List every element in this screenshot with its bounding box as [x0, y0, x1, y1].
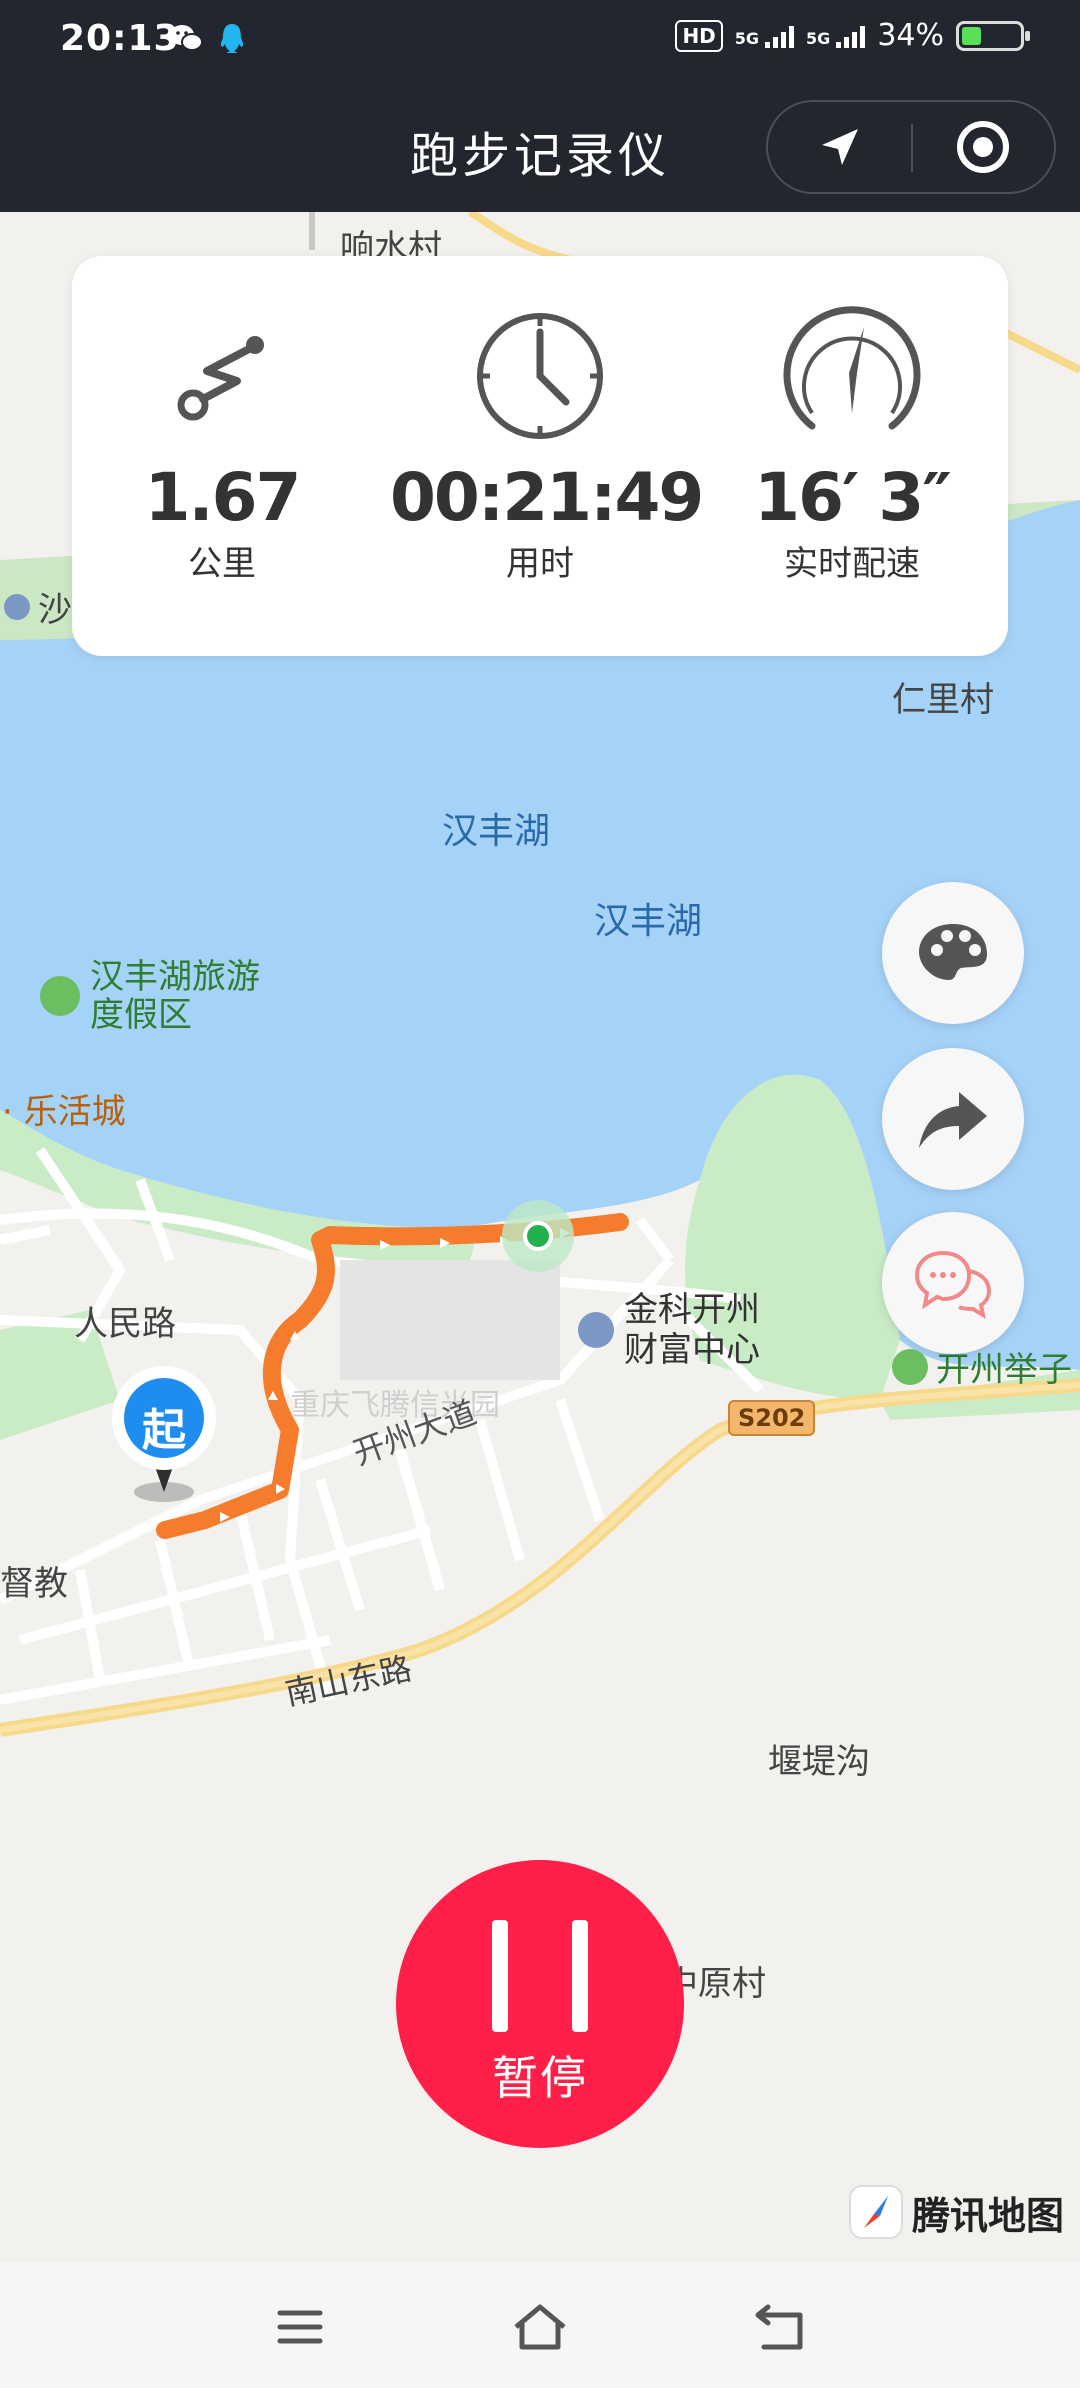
menu-button[interactable] [260, 2292, 340, 2362]
pause-icon-bar-left [492, 1920, 508, 2032]
pace-value: 16′ 3″ [754, 459, 952, 536]
pace-label: 实时配速 [784, 544, 920, 584]
duration-label: 用时 [506, 544, 574, 584]
chat-bubbles-icon [914, 1250, 992, 1319]
app-header: 跑步记录仪 [0, 82, 1080, 212]
home-icon [514, 2304, 566, 2350]
building-poi-icon [578, 1312, 614, 1348]
network-type-2: 5G [806, 28, 831, 48]
map-label-renmin-road: 人民路 [74, 1304, 176, 1344]
map-label-yandigou: 堰堤沟 [768, 1742, 870, 1782]
battery-percent: 34% [877, 18, 944, 53]
pause-icon-bar-right [572, 1920, 588, 2032]
status-indicators: HD 5G 5G 34% [675, 18, 1030, 53]
distance-label: 公里 [188, 544, 256, 584]
map-style-button[interactable] [882, 882, 1024, 1024]
jinke-line-2: 财富中心 [624, 1330, 760, 1370]
map-label-lake-2: 汉丰湖 [594, 901, 703, 942]
duration-value: 00:21:49 [390, 459, 704, 536]
start-marker-label: 起 [142, 1405, 186, 1456]
tencent-map-logo: 腾讯地图 [848, 2184, 1064, 2240]
resort-line-2: 度假区 [90, 995, 192, 1035]
map-label-resort: 汉丰湖旅游 度假区 [40, 958, 260, 1034]
navigation-arrow-icon [822, 129, 858, 165]
back-button[interactable] [740, 2292, 820, 2362]
notification-icons [168, 22, 246, 60]
signal-bars-icon [836, 24, 866, 48]
map-label-jinke: 金科开州 财富中心 [578, 1290, 760, 1370]
battery-fill [962, 26, 982, 45]
hd-badge: HD [675, 19, 723, 52]
distance-stat: 1.67 公里 [72, 296, 372, 585]
jinke-line-1: 金科开州 [624, 1290, 760, 1330]
map-label-renli: 仁里村 [892, 680, 994, 720]
current-location-dot [523, 1221, 553, 1251]
camera-poi-icon [40, 976, 80, 1016]
menu-icon [277, 2310, 323, 2344]
battery-icon [956, 20, 1030, 51]
map-label-resort-text: 汉丰湖旅游 度假区 [90, 958, 260, 1034]
system-navigation-bar [0, 2262, 1080, 2388]
target-circle-icon [957, 121, 1009, 173]
network-type-1: 5G [734, 28, 760, 48]
map-label-sha: 沙 [4, 582, 72, 631]
share-button[interactable] [882, 1048, 1024, 1190]
record-button[interactable] [923, 112, 1043, 182]
map-label-jinke-text: 金科开州 财富中心 [624, 1290, 760, 1370]
map-label-dujiao: 督教 [0, 1564, 68, 1604]
route-icon [72, 296, 372, 456]
map-label-lake-1: 汉丰湖 [442, 811, 551, 852]
map-label-lehuo: · 乐活城 [2, 1092, 126, 1132]
signal-2: 5G [806, 24, 866, 48]
chat-button[interactable] [882, 1212, 1024, 1354]
clock-icon [390, 296, 690, 456]
tencent-map-logo-text: 腾讯地图 [912, 2193, 1065, 2238]
status-time: 20:13 [60, 18, 180, 59]
signal-1: 5G [734, 24, 795, 48]
running-tracker-app: 20:13 HD 5G 5G 34% 跑步记录仪 响水村 沙 仁里村 汉丰湖 汉… [0, 0, 1080, 2388]
pause-button[interactable]: 暂停 [396, 1860, 684, 2148]
resort-line-1: 汉丰湖旅游 [90, 957, 260, 997]
share-arrow-icon [919, 1092, 987, 1148]
mini-program-capsule [766, 100, 1056, 194]
scenic-poi-icon [892, 1348, 928, 1385]
capsule-divider [911, 124, 913, 172]
run-stats-card: 1.67 公里 00:21:49 用时 16′ 3″ 实时配速 [72, 256, 1008, 656]
map-label-lehuo-text: 乐活城 [23, 1092, 126, 1132]
distance-value: 1.67 [144, 459, 302, 536]
back-icon [755, 2304, 803, 2350]
pace-stat: 16′ 3″ 实时配速 [702, 296, 1002, 585]
tencent-map-logo-icon [849, 2185, 903, 2239]
wechat-icon [168, 22, 204, 60]
palette-icon [919, 924, 987, 980]
signal-bars-icon [765, 24, 795, 48]
location-button[interactable] [780, 112, 900, 182]
map-label-kaizhou-juzi: 开州举子 [892, 1342, 1072, 1391]
start-marker[interactable]: 起 [112, 1364, 228, 1504]
home-button[interactable] [500, 2292, 580, 2362]
status-bar: 20:13 HD 5G 5G 34% [0, 0, 1080, 82]
pause-label: 暂停 [492, 2051, 588, 2105]
bus-stop-icon [4, 593, 30, 620]
highway-shield-s202: S202 [728, 1400, 816, 1436]
speedometer-icon [702, 296, 1002, 456]
map-label-sha-text: 沙 [38, 590, 72, 630]
qq-icon [218, 22, 246, 60]
duration-stat: 00:21:49 用时 [390, 296, 704, 585]
